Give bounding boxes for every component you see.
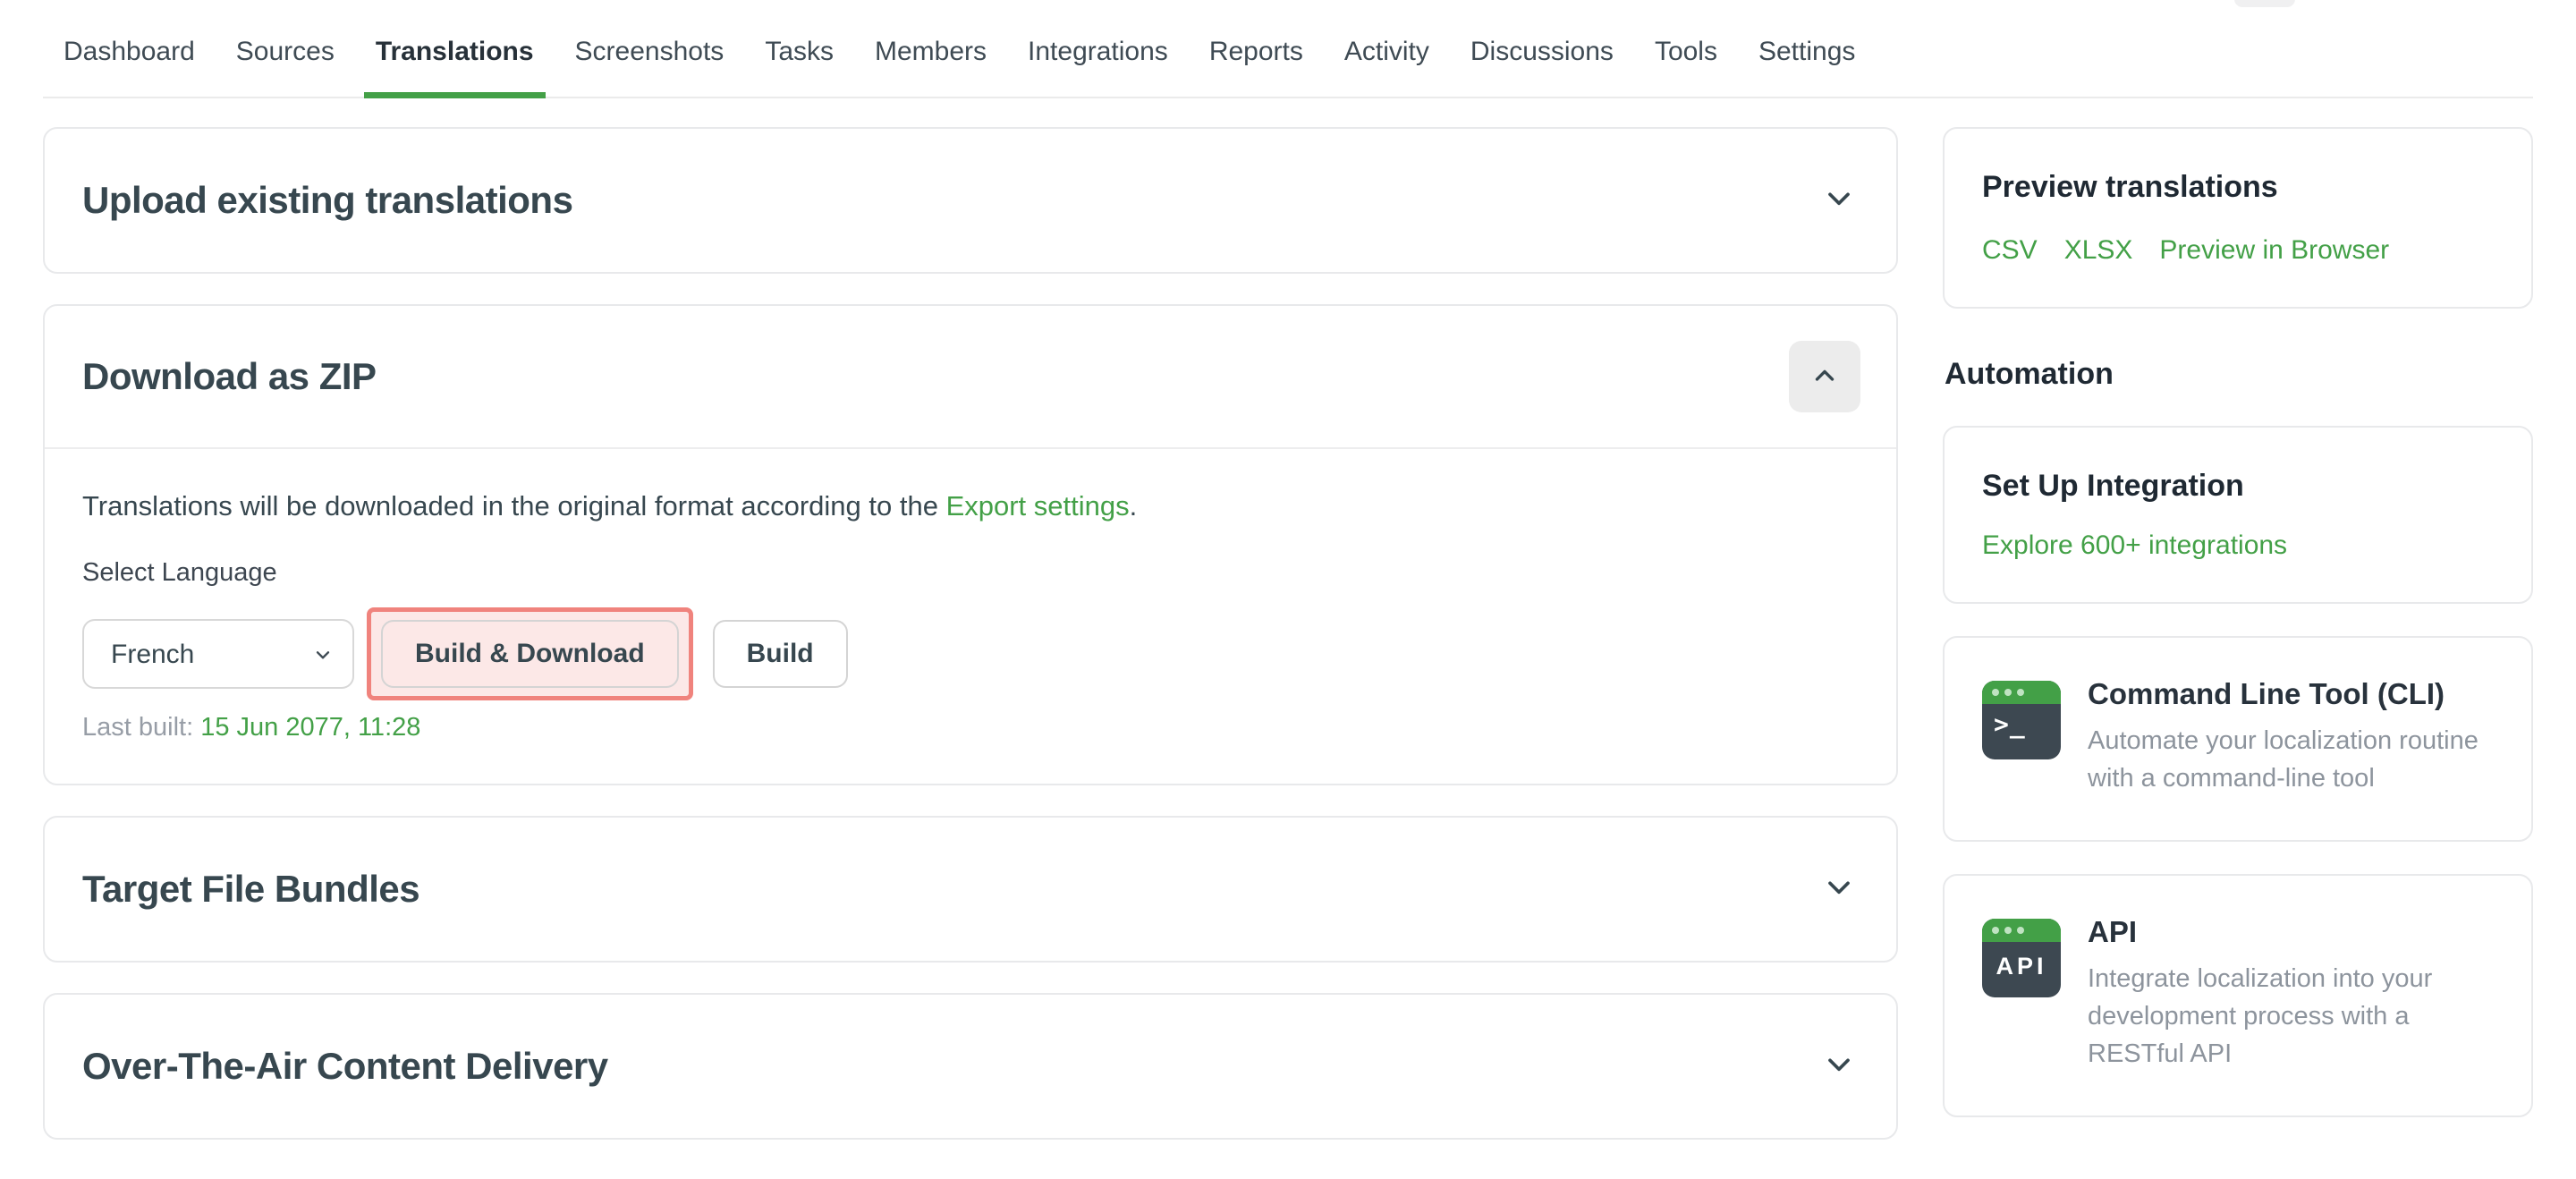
api-description: Integrate localization into your develop…	[2088, 960, 2494, 1073]
project-nav: Dashboard Sources Translations Screensho…	[43, 0, 2533, 98]
download-card-body: Translations will be downloaded in the o…	[45, 449, 1896, 784]
annotation-highlight-box: Build & Download	[367, 607, 693, 700]
nav-item-tasks[interactable]: Tasks	[753, 7, 845, 97]
chevron-down-icon	[1821, 869, 1857, 910]
download-card-title: Download as ZIP	[82, 355, 377, 398]
build-button[interactable]: Build	[713, 620, 848, 688]
sidebar: Preview translations CSV XLSX Preview in…	[1943, 127, 2533, 1170]
last-built-timestamp: 15 Jun 2077, 11:28	[200, 713, 420, 742]
last-built-status: Last built: 15 Jun 2077, 11:28	[82, 713, 1859, 742]
last-built-label: Last built:	[82, 713, 193, 742]
download-as-zip-card: Download as ZIP Translations will be dow…	[43, 304, 1898, 785]
terminal-icon: >_	[1982, 681, 2061, 759]
nav-item-tools[interactable]: Tools	[1643, 7, 1729, 97]
api-promo-card[interactable]: API API Integrate localization into your…	[1943, 874, 2533, 1117]
download-description: Translations will be downloaded in the o…	[82, 490, 1859, 522]
cli-promo-text: Command Line Tool (CLI) Automate your lo…	[2088, 677, 2494, 797]
ota-card-title: Over-The-Air Content Delivery	[82, 1045, 608, 1088]
ota-content-delivery-card-header[interactable]: Over-The-Air Content Delivery	[43, 993, 1898, 1140]
chevron-down-icon	[1821, 181, 1857, 221]
api-window-icon: API	[1982, 919, 2061, 997]
preview-links-row: CSV XLSX Preview in Browser	[1982, 235, 2494, 266]
nav-item-reports[interactable]: Reports	[1198, 7, 1315, 97]
collapse-section-button[interactable]	[1789, 341, 1860, 412]
api-icon-titlebar	[1982, 919, 2061, 942]
nav-item-sources[interactable]: Sources	[225, 7, 346, 97]
upload-translations-card-header[interactable]: Upload existing translations	[43, 127, 1898, 274]
chevron-down-icon	[1821, 1047, 1857, 1087]
csv-link[interactable]: CSV	[1982, 235, 2038, 266]
chevron-up-icon	[1809, 360, 1840, 394]
upload-card-title: Upload existing translations	[82, 179, 572, 222]
language-select-wrap: French	[82, 619, 354, 689]
download-card-header: Download as ZIP	[45, 306, 1896, 449]
nav-item-activity[interactable]: Activity	[1333, 7, 1441, 97]
nav-item-translations[interactable]: Translations	[364, 7, 546, 97]
set-up-integration-title: Set Up Integration	[1982, 469, 2494, 504]
language-select[interactable]: French	[82, 619, 354, 689]
preview-translations-title: Preview translations	[1982, 170, 2494, 205]
api-title: API	[2088, 915, 2494, 949]
preview-in-browser-link[interactable]: Preview in Browser	[2159, 235, 2389, 266]
explore-integrations-link[interactable]: Explore 600+ integrations	[1982, 530, 2287, 561]
nav-item-discussions[interactable]: Discussions	[1459, 7, 1625, 97]
scrolled-out-element-remnant	[2234, 0, 2295, 7]
cli-promo-card[interactable]: >_ Command Line Tool (CLI) Automate your…	[1943, 636, 2533, 842]
build-and-download-button[interactable]: Build & Download	[381, 620, 679, 688]
nav-item-screenshots[interactable]: Screenshots	[564, 7, 736, 97]
nav-item-settings[interactable]: Settings	[1747, 7, 1867, 97]
api-promo-text: API Integrate localization into your dev…	[2088, 915, 2494, 1073]
bundles-card-title: Target File Bundles	[82, 868, 419, 911]
set-up-integration-card: Set Up Integration Explore 600+ integrat…	[1943, 426, 2533, 604]
target-file-bundles-card-header[interactable]: Target File Bundles	[43, 816, 1898, 963]
preview-translations-card: Preview translations CSV XLSX Preview in…	[1943, 127, 2533, 309]
download-description-text: Translations will be downloaded in the o…	[82, 490, 946, 522]
build-controls-row: French Build & Download Build	[82, 607, 1859, 700]
nav-item-integrations[interactable]: Integrations	[1016, 7, 1180, 97]
terminal-prompt-glyph: >_	[1994, 709, 2026, 739]
xlsx-link[interactable]: XLSX	[2064, 235, 2133, 266]
nav-item-members[interactable]: Members	[863, 7, 998, 97]
cli-description: Automate your localization routine with …	[2088, 722, 2494, 797]
main-column: Upload existing translations Download as…	[43, 127, 1898, 1170]
download-description-period: .	[1130, 490, 1138, 522]
api-icon-label: API	[1982, 953, 2061, 980]
terminal-icon-titlebar	[1982, 681, 2061, 704]
cli-title: Command Line Tool (CLI)	[2088, 677, 2494, 711]
nav-item-dashboard[interactable]: Dashboard	[52, 7, 207, 97]
select-language-label: Select Language	[82, 558, 1859, 588]
export-settings-link[interactable]: Export settings	[946, 490, 1130, 522]
automation-heading: Automation	[1945, 357, 2533, 392]
